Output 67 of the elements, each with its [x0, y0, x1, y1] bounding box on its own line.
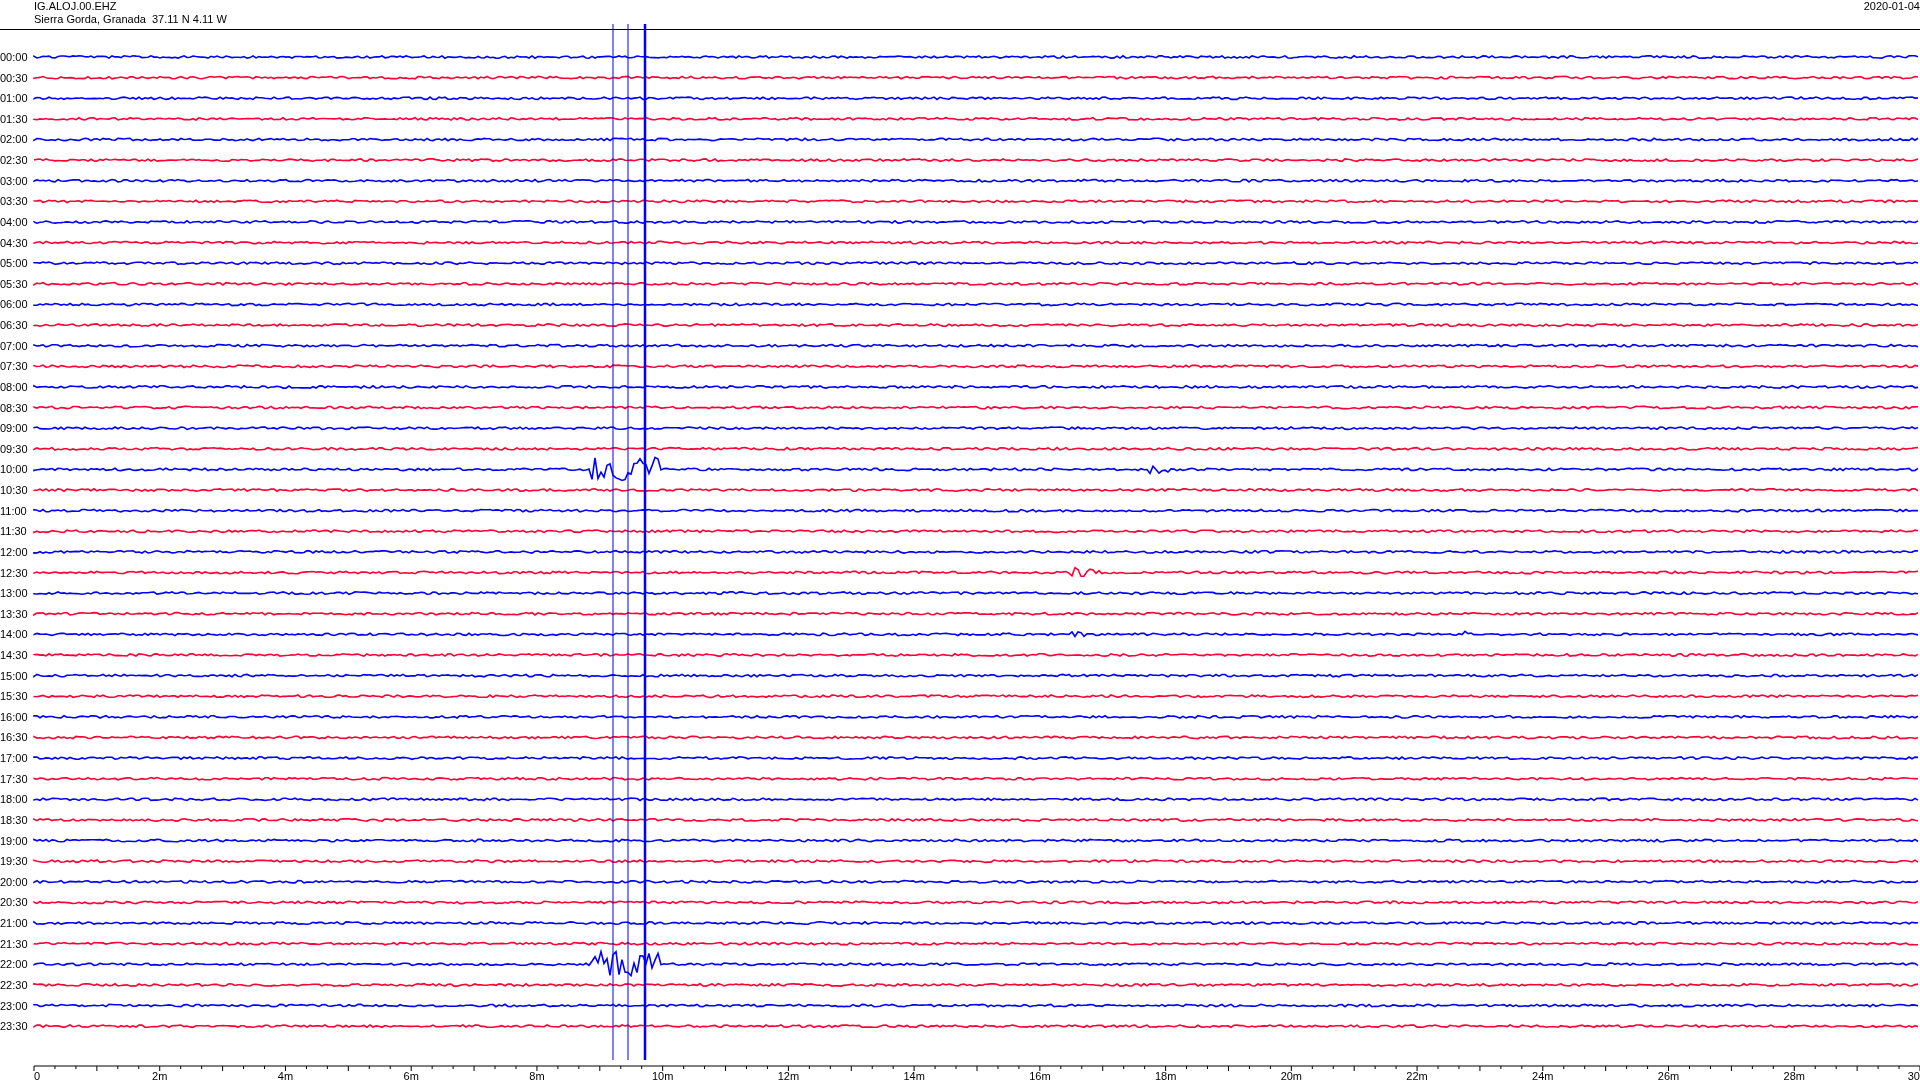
trace-time-label: 00:30 — [0, 71, 28, 84]
trace-time-label: 16:30 — [0, 731, 28, 744]
trace-time-label: 17:00 — [0, 752, 28, 765]
trace-time-label: 22:00 — [0, 958, 28, 971]
trace-time-label: 08:00 — [0, 380, 28, 393]
trace-time-label: 21:00 — [0, 917, 28, 930]
time-axis-label: 10m — [651, 1070, 674, 1080]
trace-time-label: 09:30 — [0, 442, 28, 455]
trace-time-label: 11:00 — [0, 504, 27, 517]
trace-time-label: 07:00 — [0, 339, 28, 352]
time-axis-label: 20m — [1280, 1070, 1303, 1080]
trace-time-label: 12:00 — [0, 545, 28, 558]
trace-time-label: 04:30 — [0, 236, 28, 249]
trace-time-label: 15:00 — [0, 669, 28, 682]
time-axis-label: 2m — [152, 1070, 168, 1080]
station-code: IG.ALOJ.00.EHZ — [34, 0, 118, 13]
time-axis-label: 28m — [1783, 1070, 1805, 1080]
trace-time-label: 02:30 — [0, 154, 28, 167]
trace-time-label: 22:30 — [0, 978, 28, 991]
trace-time-label: 06:30 — [0, 319, 28, 332]
trace-time-label: 23:00 — [0, 999, 28, 1012]
trace-time-label: 13:30 — [0, 607, 28, 620]
time-axis-label: 22m — [1406, 1070, 1428, 1080]
trace-time-label: 06:00 — [0, 298, 28, 311]
time-axis-label: 6m — [403, 1070, 419, 1080]
trace-time-label: 10:00 — [0, 463, 28, 476]
trace-time-label: 19:00 — [0, 834, 28, 847]
trace-time-label: 07:30 — [0, 360, 28, 373]
trace-time-label: 01:30 — [0, 112, 28, 125]
trace-time-label: 09:00 — [0, 422, 28, 435]
time-axis-label: 24m — [1532, 1070, 1554, 1080]
trace-time-label: 15:30 — [0, 690, 28, 703]
trace-time-label: 05:00 — [0, 257, 28, 270]
trace-time-label: 10:30 — [0, 484, 28, 496]
time-axis-label: 4m — [277, 1070, 294, 1080]
trace-time-label: 12:30 — [0, 566, 28, 579]
trace-time-label: 01:00 — [0, 92, 28, 105]
time-axis-label: 26m — [1657, 1070, 1680, 1080]
trace-time-label: 18:00 — [0, 793, 28, 806]
trace-time-label: 14:00 — [0, 628, 28, 641]
trace-time-label: 16:00 — [0, 710, 28, 723]
trace-time-label: 18:30 — [0, 813, 28, 826]
time-axis-label: 16m — [1029, 1070, 1051, 1080]
trace-time-label: 21:30 — [0, 937, 28, 950]
trace-time-label: 11:30 — [0, 525, 27, 538]
trace-time-label: 03:30 — [0, 195, 28, 208]
trace-time-label: 05:30 — [0, 277, 28, 290]
trace-time-label: 20:00 — [0, 875, 28, 888]
time-axis-label: 18m — [1154, 1070, 1177, 1080]
time-axis-label: 12m — [777, 1070, 800, 1080]
trace-time-label: 02:00 — [0, 133, 28, 146]
time-axis-label: 14m — [903, 1070, 925, 1080]
station-location: Sierra Gorda, Granada 37.11 N 4.11 W — [34, 13, 227, 26]
trace-time-label: 19:30 — [0, 855, 28, 868]
trace-time-label: 20:30 — [0, 896, 28, 909]
trace-time-label: 14:30 — [0, 649, 28, 661]
trace-time-label: 08:30 — [0, 401, 28, 414]
trace-time-label: 13:00 — [0, 587, 28, 600]
trace-time-label: 03:00 — [0, 174, 28, 187]
record-date: 2020-01-04 — [1863, 0, 1920, 13]
time-axis-label: 0 — [34, 1070, 41, 1080]
trace-time-label: 23:30 — [0, 1020, 28, 1033]
time-axis-label: 8m — [529, 1070, 545, 1080]
trace-time-label: 04:00 — [0, 215, 28, 228]
time-axis-label: 30 — [1907, 1070, 1920, 1080]
trace-time-label: 17:30 — [0, 772, 28, 785]
trace-time-label: 00:00 — [0, 51, 28, 63]
